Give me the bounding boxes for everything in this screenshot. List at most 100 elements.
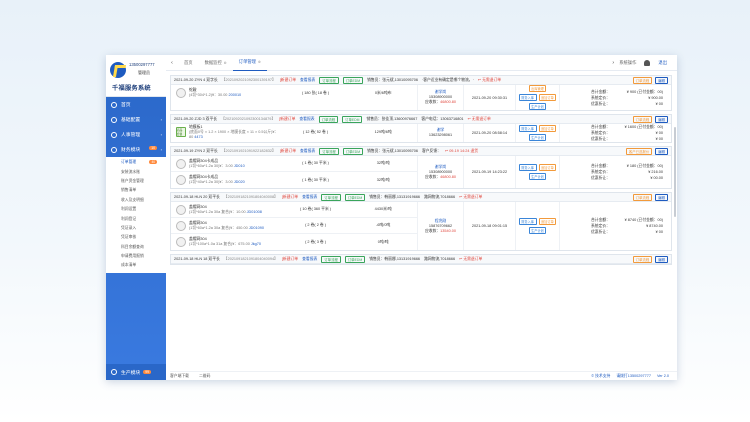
tab-item[interactable]: 数据监控 ⊗ bbox=[199, 55, 233, 71]
client-download-link[interactable]: 客户端下载 bbox=[170, 374, 189, 379]
order-status-tag[interactable]: [新建订单 bbox=[279, 117, 295, 122]
edit-button[interactable]: 编辑 bbox=[655, 76, 668, 84]
order-action-button[interactable]: 订单流程 bbox=[318, 115, 339, 123]
sidebar-subitem[interactable]: 申请费用报销 bbox=[106, 252, 166, 261]
order-action-button[interactable]: 订单EDM bbox=[344, 255, 366, 263]
tab-scroll-right-icon[interactable]: › bbox=[607, 60, 619, 66]
op-button[interactable]: 财务入库 bbox=[518, 218, 537, 225]
order-flow-button[interactable]: 订单流程 bbox=[632, 76, 653, 84]
sidebar: 13500297777 管理员 千福服务系统 首页 基础配置 › 人事管理 › 财务模块 1… bbox=[106, 55, 166, 380]
item-link[interactable]: JD010 bbox=[234, 164, 245, 168]
op-button[interactable]: 生产计划 bbox=[528, 227, 547, 234]
header-actions: 订单流程 编辑 bbox=[632, 115, 668, 123]
sidebar-subitem[interactable]: 收入及支明细 bbox=[106, 196, 166, 205]
edit-button[interactable]: 编辑 bbox=[655, 255, 668, 263]
sidebar-subitem[interactable]: 安装流水账 bbox=[106, 167, 166, 176]
order-action-button[interactable]: 订单流程 bbox=[319, 147, 339, 155]
op-button[interactable]: 财务入库 bbox=[518, 94, 537, 101]
config-icon bbox=[111, 116, 117, 123]
order-action-button[interactable]: 订单EDM bbox=[342, 76, 364, 84]
sidebar-item[interactable]: 财务模块 10 › bbox=[106, 142, 166, 157]
op-button[interactable]: 追加订单 bbox=[538, 218, 557, 225]
item-link[interactable]: Jkg70 bbox=[251, 242, 261, 246]
sidebar-subitem[interactable]: 账户资金管理 bbox=[106, 177, 166, 186]
op-button[interactable]: 追加订单 bbox=[538, 164, 557, 171]
edit-button[interactable]: 编辑 bbox=[655, 193, 668, 201]
sidebar-item[interactable]: 基础配置 › bbox=[106, 112, 166, 127]
op-button[interactable]: 追加订单 bbox=[538, 94, 557, 101]
order-action-button[interactable]: 订单流程 bbox=[319, 76, 339, 84]
view-report-link[interactable]: 查看报表 bbox=[302, 257, 317, 262]
sidebar-item-production[interactable]: 生产模块 99 bbox=[106, 364, 166, 380]
sidebar-subitem[interactable]: 利润设置 bbox=[106, 205, 166, 214]
logo-icon bbox=[110, 62, 126, 78]
view-report-link[interactable]: 查看报表 bbox=[299, 117, 314, 122]
order-status-tag[interactable]: [新建订单 bbox=[280, 149, 296, 154]
sidebar-item[interactable]: 首页 bbox=[106, 97, 166, 112]
item-row: 蛇鞍 (4切*304*1.2)¥：30.00 200010 ( 180 张( 18 … bbox=[171, 85, 417, 101]
order-flow-button[interactable]: 订单流程 bbox=[632, 193, 653, 201]
order-status-tag[interactable]: [新建订单 bbox=[282, 257, 298, 262]
order-flow-button[interactable]: 客户已选报价 bbox=[625, 147, 653, 155]
item-link[interactable]: JD020 bbox=[234, 180, 245, 184]
order-number: 2021-09-18 HLN 20 双平长 bbox=[174, 194, 220, 199]
sidebar-subitem[interactable]: 科目余额查询 bbox=[106, 243, 166, 252]
sidebar-subitem[interactable]: 凭证审核 bbox=[106, 233, 166, 242]
order-flow-button[interactable]: 订单流程 bbox=[632, 115, 653, 123]
item-link[interactable]: JD01008 bbox=[247, 210, 262, 214]
sidebar-subitem[interactable]: 成本清单 bbox=[106, 261, 166, 270]
sidebar-subitem[interactable]: 凭证录入 bbox=[106, 224, 166, 233]
amount-cell: 合计金额： ¥ 8740 (已付金额：00) 系统定价： ¥ 8740.00 优惠折让：… bbox=[559, 202, 671, 250]
tab-bar: ‹ 首页 数据监控 ⊗ 订单管理 ⊗ › 系统操作 退出 bbox=[166, 55, 677, 71]
op-button[interactable]: 生产计划 bbox=[528, 103, 547, 110]
item-link[interactable]: 4473 bbox=[194, 135, 202, 139]
tab-item[interactable]: 订单管理 ⊗ bbox=[232, 55, 267, 71]
item-link[interactable]: JD01090 bbox=[249, 226, 264, 230]
order-code: 【2021091821091804040008】 bbox=[223, 194, 278, 199]
sidebar-subitem[interactable]: 销售清单 bbox=[106, 186, 166, 195]
order-action-button[interactable]: 订单EDM bbox=[344, 193, 366, 201]
edit-button[interactable]: 编辑 bbox=[655, 147, 668, 155]
order-action-button[interactable]: 订单流程 bbox=[321, 255, 341, 263]
receivable-line: 应收款：13540.00 bbox=[425, 229, 456, 234]
logout-button[interactable]: 退出 bbox=[658, 60, 667, 66]
amount-value: ¥ 00 bbox=[655, 137, 663, 141]
sidebar-subitem[interactable]: 订单管理 40 bbox=[106, 158, 166, 167]
customer-cell: 程兆刚 15876709662 应收款：13540.00 bbox=[417, 202, 463, 250]
view-report-link[interactable]: 查看报表 bbox=[300, 149, 315, 154]
system-menu[interactable]: 系统操作 bbox=[619, 60, 636, 66]
order-action-button[interactable]: 订单流程 bbox=[321, 193, 341, 201]
op-button[interactable]: 追加订单 bbox=[538, 125, 557, 132]
sidebar-item[interactable]: 人事管理 › bbox=[106, 127, 166, 142]
op-button[interactable]: 生产计划 bbox=[528, 173, 547, 180]
order-status-tag[interactable]: [新建订单 bbox=[280, 78, 296, 83]
op-button[interactable]: 生产计划 bbox=[528, 134, 547, 141]
item-quantity: ( 12 卷( 52 卷 ) bbox=[303, 129, 329, 134]
qrcode-link[interactable]: 二维码 bbox=[199, 374, 210, 379]
order-note: 路网物流,7018666 bbox=[424, 194, 456, 199]
order-card: 2021-09-18 HLN 20 双平长 【202109182109180404… bbox=[170, 192, 672, 251]
op-button[interactable]: 财务入库 bbox=[518, 125, 537, 132]
op-button[interactable]: 出库管理 bbox=[528, 85, 547, 92]
order-action-button[interactable]: 订单EDM bbox=[342, 147, 364, 155]
order-status-tag[interactable]: [新建订单 bbox=[282, 195, 298, 200]
tab-scroll-left-icon[interactable]: ‹ bbox=[166, 60, 178, 66]
bell-icon[interactable] bbox=[644, 59, 651, 66]
close-icon[interactable]: ⊗ bbox=[258, 60, 261, 64]
item-spec: (1切*60a*1.2a 30a 复合)¥： bbox=[189, 209, 237, 214]
order-action-button[interactable]: 订单EDM bbox=[342, 115, 363, 123]
order-list: 2021-09-20 ZYN 4 双字长 【2021092021092300139… bbox=[170, 75, 672, 369]
item-unit: 4430米/吨 bbox=[374, 207, 392, 211]
sidebar-subitem[interactable]: 利润登记 bbox=[106, 214, 166, 223]
op-button[interactable]: 财务入库 bbox=[518, 164, 537, 171]
order-header: 2021-09-18 HLN 20 双平长 【202109182109180404… bbox=[171, 193, 671, 202]
close-icon[interactable]: ⊗ bbox=[224, 61, 227, 65]
edit-button[interactable]: 编辑 bbox=[655, 115, 668, 123]
order-flow-button[interactable]: 订单流程 bbox=[632, 255, 653, 263]
view-report-link[interactable]: 查看报表 bbox=[302, 195, 317, 200]
view-report-link[interactable]: 查看报表 bbox=[300, 78, 315, 83]
tab-item[interactable]: 首页 bbox=[178, 55, 199, 71]
scrollbar[interactable] bbox=[674, 127, 676, 217]
item-link[interactable]: 200010 bbox=[229, 93, 242, 97]
sidebar-subitem-label: 科目余额查询 bbox=[121, 244, 144, 249]
